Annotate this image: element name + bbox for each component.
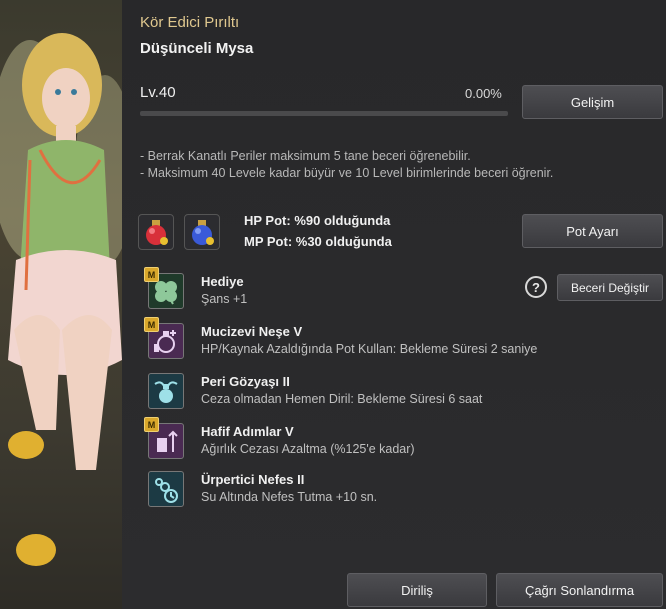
hp-pot-setting: HP Pot: %90 olduğunda bbox=[244, 213, 391, 228]
fairy-illustration bbox=[0, 33, 122, 566]
fairy-portrait bbox=[0, 0, 122, 609]
note-line: - Berrak Kanatlı Periler maksimum 5 tane… bbox=[140, 149, 471, 163]
skill-name: Hediye bbox=[201, 274, 244, 289]
change-skill-button[interactable]: Beceri Değiştir bbox=[557, 274, 663, 301]
skill-desc: Ceza olmadan Hemen Diril: Bekleme Süresi… bbox=[201, 392, 483, 406]
skill-desc: Şans +1 bbox=[201, 292, 248, 306]
level-label: Lv.40 bbox=[140, 84, 176, 101]
skill-item[interactable]: Ürpertici Nefes II Su Altında Nefes Tutm… bbox=[148, 471, 488, 511]
mastery-badge: M bbox=[144, 417, 159, 432]
bubbles-timer-icon bbox=[148, 471, 184, 507]
skill-desc: Su Altında Nefes Tutma +10 sn. bbox=[201, 490, 378, 504]
skill-name: Ürpertici Nefes II bbox=[201, 472, 305, 487]
revive-button[interactable]: Diriliş bbox=[347, 573, 487, 607]
skill-desc: Ağırlık Cezası Azaltma (%125'e kadar) bbox=[201, 442, 415, 456]
mastery-badge: M bbox=[144, 267, 159, 282]
exp-bar bbox=[140, 111, 508, 116]
fairy-name: Düşünceli Mysa bbox=[140, 40, 254, 57]
skill-name: Peri Gözyaşı II bbox=[201, 374, 290, 389]
skill-item[interactable]: M Hafif Adımlar V Ağırlık Cezası Azaltma… bbox=[144, 417, 488, 463]
fairy-title: Kör Edici Pırıltı bbox=[140, 14, 240, 31]
pot-settings-button[interactable]: Pot Ayarı bbox=[522, 214, 663, 248]
mp-potion-icon bbox=[184, 214, 220, 250]
end-summon-button[interactable]: Çağrı Sonlandırma bbox=[496, 573, 663, 607]
skill-item[interactable]: M Mucizevi Neşe V HP/Kaynak Azaldığında … bbox=[144, 317, 537, 363]
develop-button[interactable]: Gelişim bbox=[522, 85, 663, 119]
fairy-info-panel: Kör Edici Pırıltı Düşünceli Mysa Lv.40 0… bbox=[122, 0, 666, 609]
help-icon[interactable]: ? bbox=[525, 276, 547, 298]
info-notes: - Berrak Kanatlı Periler maksimum 5 tane… bbox=[140, 148, 553, 182]
skill-item[interactable]: Peri Gözyaşı II Ceza olmadan Hemen Diril… bbox=[148, 373, 488, 413]
note-line: - Maksimum 40 Levele kadar büyür ve 10 L… bbox=[140, 166, 554, 180]
hp-potion-icon bbox=[138, 214, 174, 250]
winged-flask-icon bbox=[148, 373, 184, 409]
skill-name: Hafif Adımlar V bbox=[201, 424, 294, 439]
skill-item[interactable]: M Hediye Şans +1 bbox=[144, 267, 488, 313]
mastery-badge: M bbox=[144, 317, 159, 332]
level-percent: 0.00% bbox=[465, 86, 502, 101]
mp-pot-setting: MP Pot: %30 olduğunda bbox=[244, 234, 392, 249]
skill-name: Mucizevi Neşe V bbox=[201, 324, 303, 339]
skill-desc: HP/Kaynak Azaldığında Pot Kullan: Beklem… bbox=[201, 342, 538, 356]
